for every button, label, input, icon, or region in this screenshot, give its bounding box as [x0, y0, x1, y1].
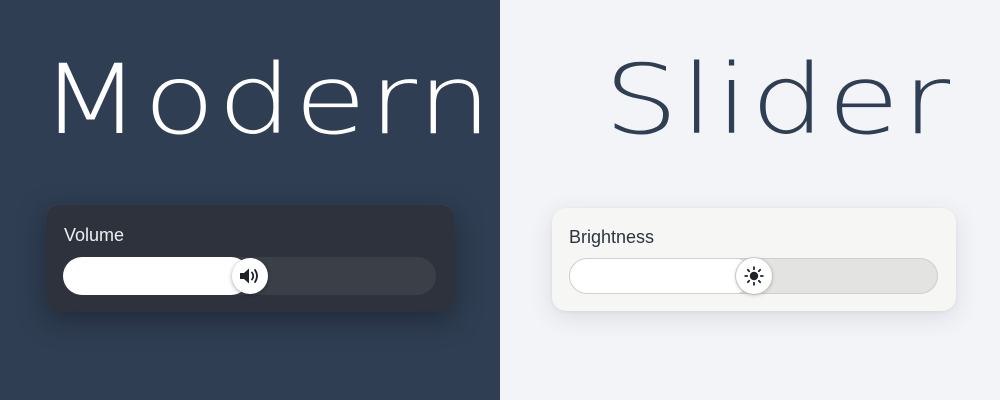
brightness-slider-fill [569, 258, 754, 294]
volume-slider-knob[interactable] [231, 258, 268, 294]
dark-panel: Modern Volume [0, 0, 500, 400]
brightness-card: Brightness [552, 208, 956, 311]
volume-slider-track[interactable] [63, 257, 436, 295]
speaker-icon [239, 268, 258, 284]
sun-icon [743, 266, 764, 286]
light-panel: Slider Brightness [500, 0, 1000, 400]
brightness-slider-track[interactable] [569, 258, 938, 294]
volume-slider-fill [63, 257, 250, 295]
volume-card: Volume [46, 205, 454, 311]
brightness-slider-knob[interactable] [735, 258, 772, 294]
headline-modern: Modern [40, 44, 495, 156]
brightness-label: Brightness [569, 227, 655, 247]
headline-slider: Slider [604, 44, 953, 156]
volume-label: Volume [64, 225, 125, 245]
